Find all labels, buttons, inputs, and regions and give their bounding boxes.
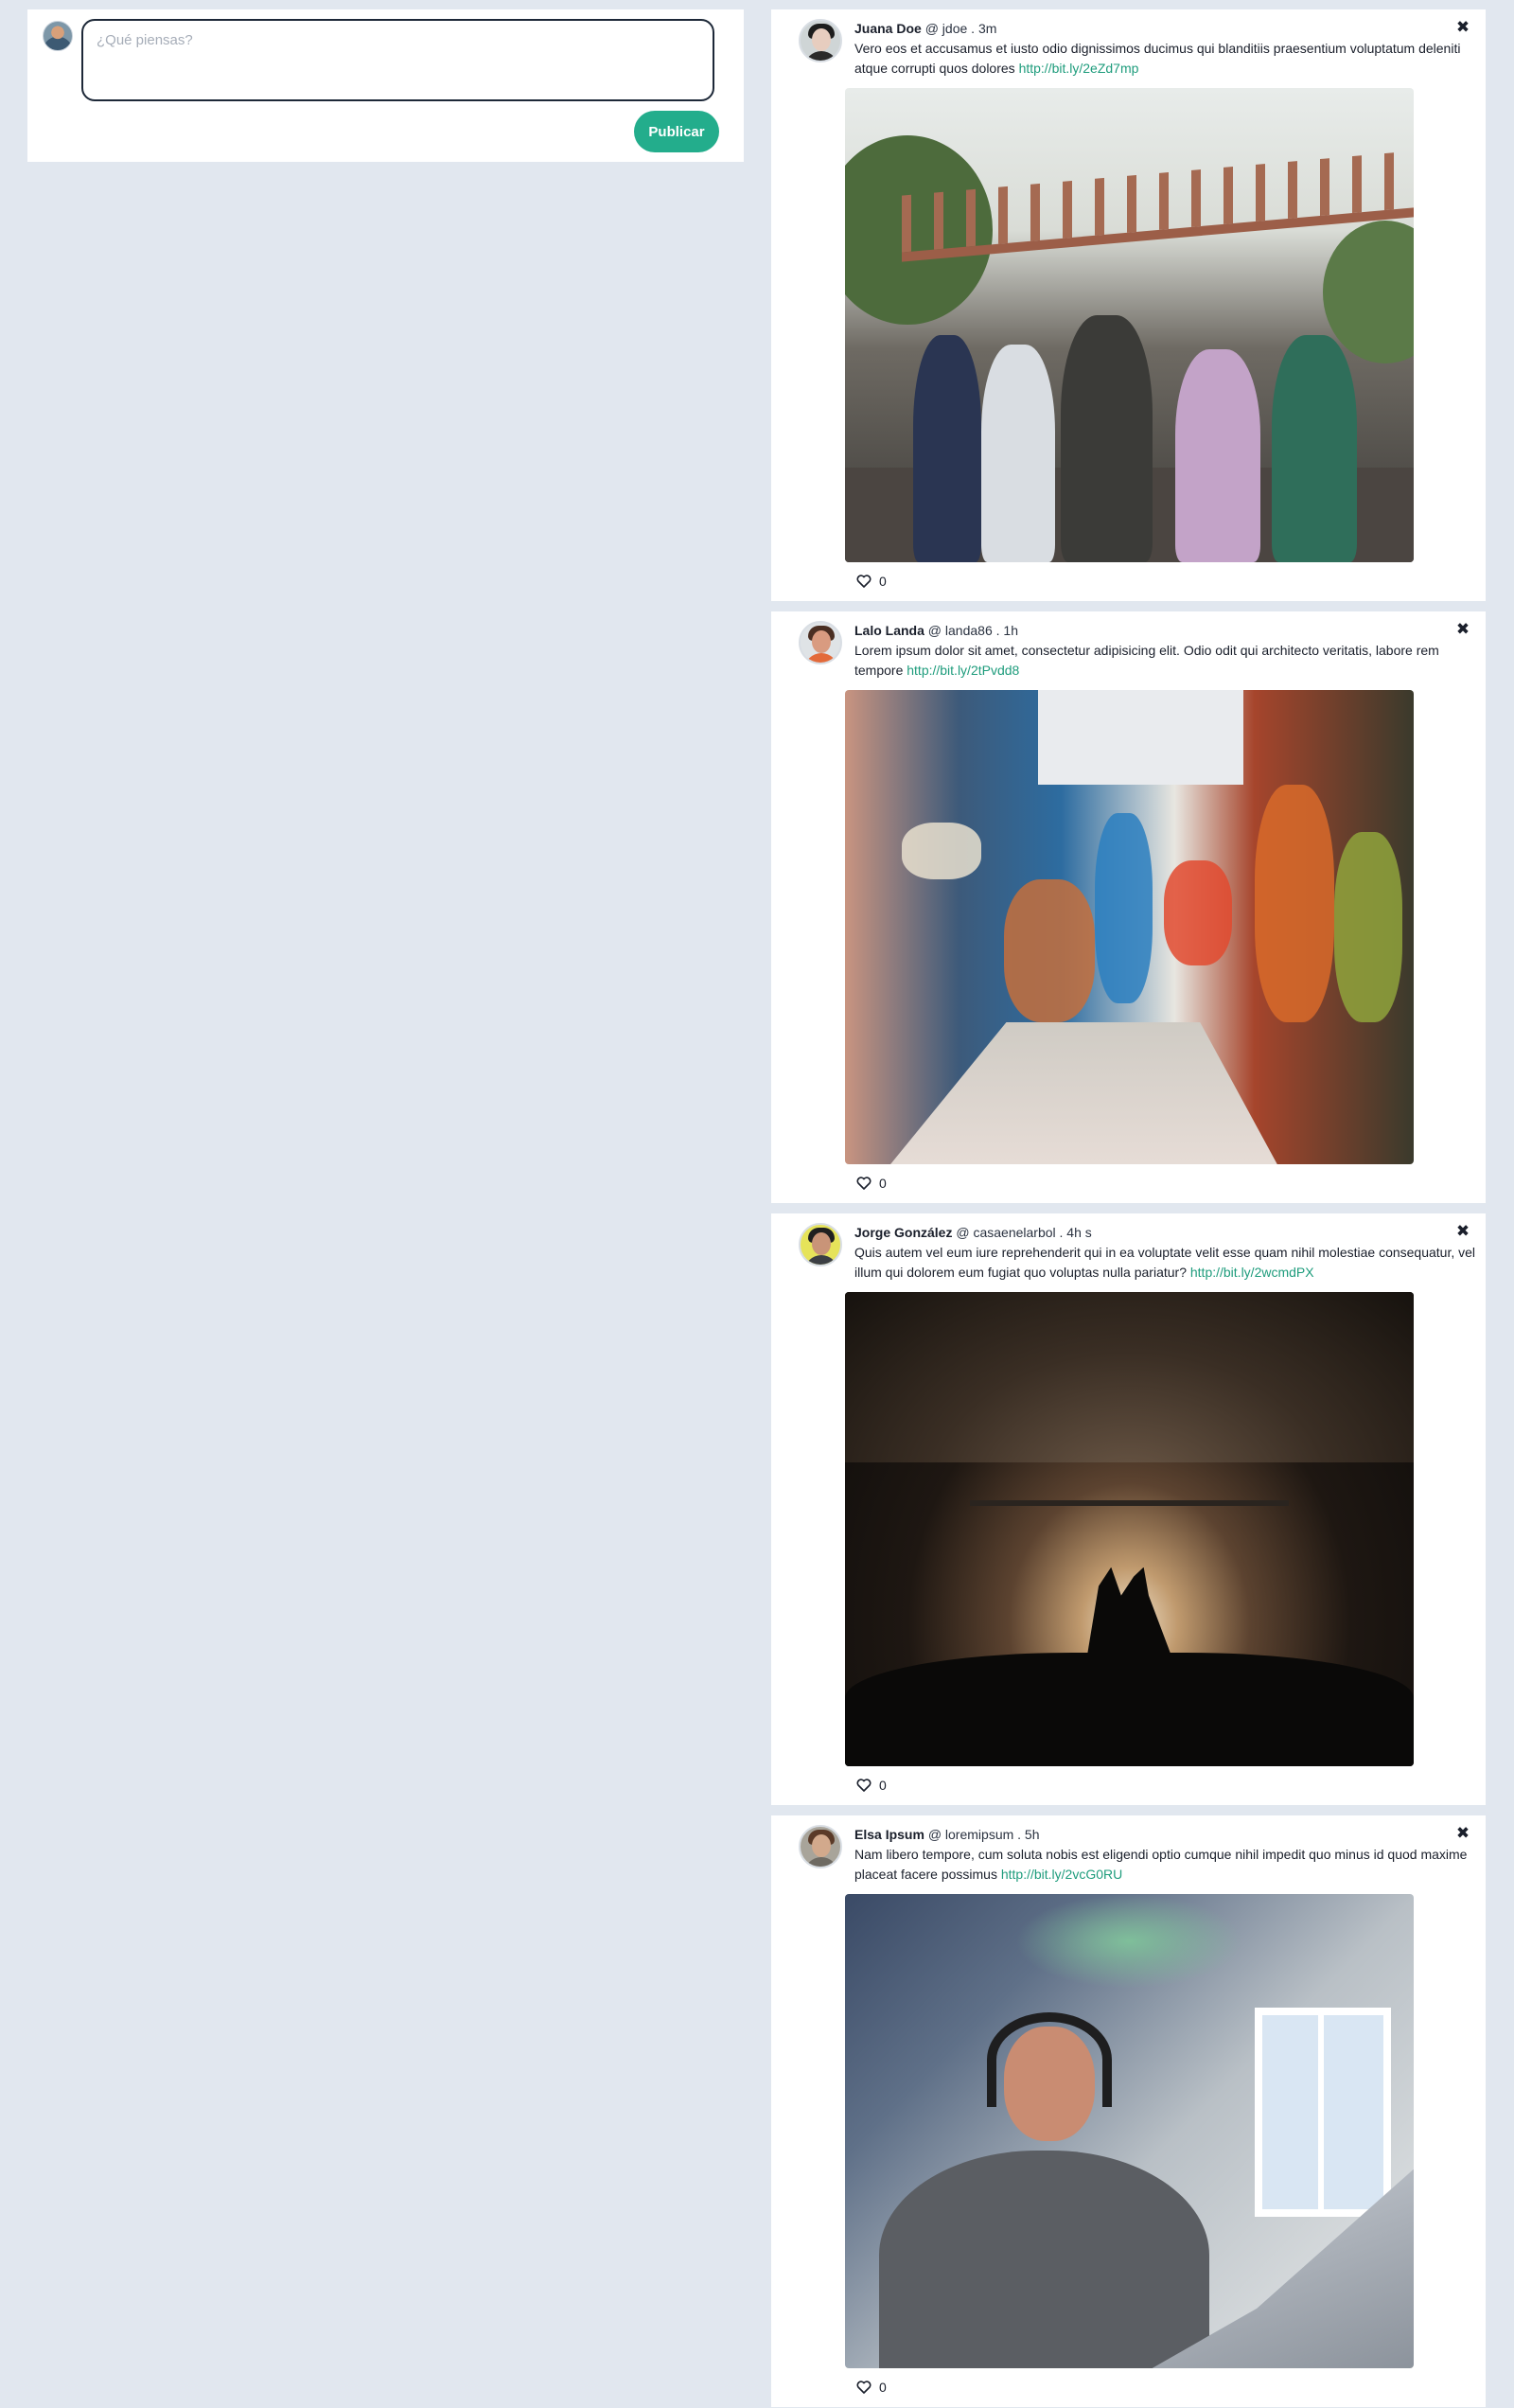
post-time: . 4h s xyxy=(1059,1225,1092,1240)
close-icon[interactable]: ✖ xyxy=(1453,619,1472,640)
post-card: Elsa Ipsum @ loremipsum . 5h Nam libero … xyxy=(771,1815,1486,2407)
like-button[interactable]: 0 xyxy=(856,1778,887,1793)
like-count: 0 xyxy=(879,2380,887,2395)
post-link[interactable]: http://bit.ly/2vcG0RU xyxy=(1001,1867,1122,1882)
author-avatar[interactable] xyxy=(799,1223,842,1266)
like-count: 0 xyxy=(879,1176,887,1191)
author-handle[interactable]: @ landa86 xyxy=(928,623,993,638)
post-time: . 5h xyxy=(1017,1827,1040,1842)
post-text: Nam libero tempore, cum soluta nobis est… xyxy=(854,1845,1479,1885)
post-header: Elsa Ipsum @ loremipsum . 5h xyxy=(854,1825,1470,1845)
post-feed: Juana Doe @ jdoe . 3m Vero eos et accusa… xyxy=(771,9,1486,2408)
like-button[interactable]: 0 xyxy=(856,2380,887,2395)
post-image[interactable] xyxy=(845,690,1414,1164)
post-body-text: Nam libero tempore, cum soluta nobis est… xyxy=(854,1847,1468,1882)
heart-outline-icon xyxy=(856,1779,871,1792)
post-text: Quis autem vel eum iure reprehenderit qu… xyxy=(854,1243,1479,1283)
author-name[interactable]: Elsa Ipsum xyxy=(854,1827,924,1842)
post-header: Juana Doe @ jdoe . 3m xyxy=(854,19,1470,39)
post-link[interactable]: http://bit.ly/2eZd7mp xyxy=(1019,61,1139,76)
author-avatar[interactable] xyxy=(799,621,842,664)
close-icon[interactable]: ✖ xyxy=(1453,1823,1472,1844)
post-composer: Publicar xyxy=(27,9,744,162)
close-icon[interactable]: ✖ xyxy=(1453,1221,1472,1242)
author-avatar[interactable] xyxy=(799,1825,842,1868)
post-body-text: Quis autem vel eum iure reprehenderit qu… xyxy=(854,1245,1476,1280)
post-card: Jorge González @ casaenelarbol . 4h s Qu… xyxy=(771,1213,1486,1805)
author-handle[interactable]: @ jdoe xyxy=(925,21,968,36)
author-avatar[interactable] xyxy=(799,19,842,62)
post-time: . 3m xyxy=(971,21,997,36)
post-card: Lalo Landa @ landa86 . 1h Lorem ipsum do… xyxy=(771,611,1486,1203)
like-count: 0 xyxy=(879,1778,887,1793)
post-header: Lalo Landa @ landa86 . 1h xyxy=(854,621,1470,641)
heart-outline-icon xyxy=(856,575,871,588)
author-handle[interactable]: @ casaenelarbol xyxy=(956,1225,1055,1240)
post-link[interactable]: http://bit.ly/2tPvdd8 xyxy=(907,663,1019,678)
post-time: . 1h xyxy=(995,623,1018,638)
app-page: Publicar Juana Doe @ jdoe . 3m Vero eos … xyxy=(0,0,1514,2408)
post-link[interactable]: http://bit.ly/2wcmdPX xyxy=(1190,1265,1314,1280)
author-handle[interactable]: @ loremipsum xyxy=(928,1827,1013,1842)
heart-outline-icon xyxy=(856,2381,871,2394)
like-button[interactable]: 0 xyxy=(856,574,887,589)
author-name[interactable]: Juana Doe xyxy=(854,21,922,36)
close-icon[interactable]: ✖ xyxy=(1453,17,1472,38)
post-card: Juana Doe @ jdoe . 3m Vero eos et accusa… xyxy=(771,9,1486,601)
author-name[interactable]: Lalo Landa xyxy=(854,623,924,638)
like-button[interactable]: 0 xyxy=(856,1176,887,1191)
like-count: 0 xyxy=(879,574,887,589)
current-user-avatar xyxy=(43,21,73,51)
post-image[interactable] xyxy=(845,1894,1414,2368)
author-name[interactable]: Jorge González xyxy=(854,1225,952,1240)
post-text: Vero eos et accusamus et iusto odio dign… xyxy=(854,39,1479,79)
post-header: Jorge González @ casaenelarbol . 4h s xyxy=(854,1223,1470,1243)
publish-button[interactable]: Publicar xyxy=(634,111,719,152)
post-image[interactable] xyxy=(845,1292,1414,1766)
heart-outline-icon xyxy=(856,1177,871,1190)
post-text: Lorem ipsum dolor sit amet, consectetur … xyxy=(854,641,1479,681)
compose-textarea[interactable] xyxy=(81,19,714,101)
post-body-text: Vero eos et accusamus et iusto odio dign… xyxy=(854,41,1461,76)
post-image[interactable] xyxy=(845,88,1414,562)
